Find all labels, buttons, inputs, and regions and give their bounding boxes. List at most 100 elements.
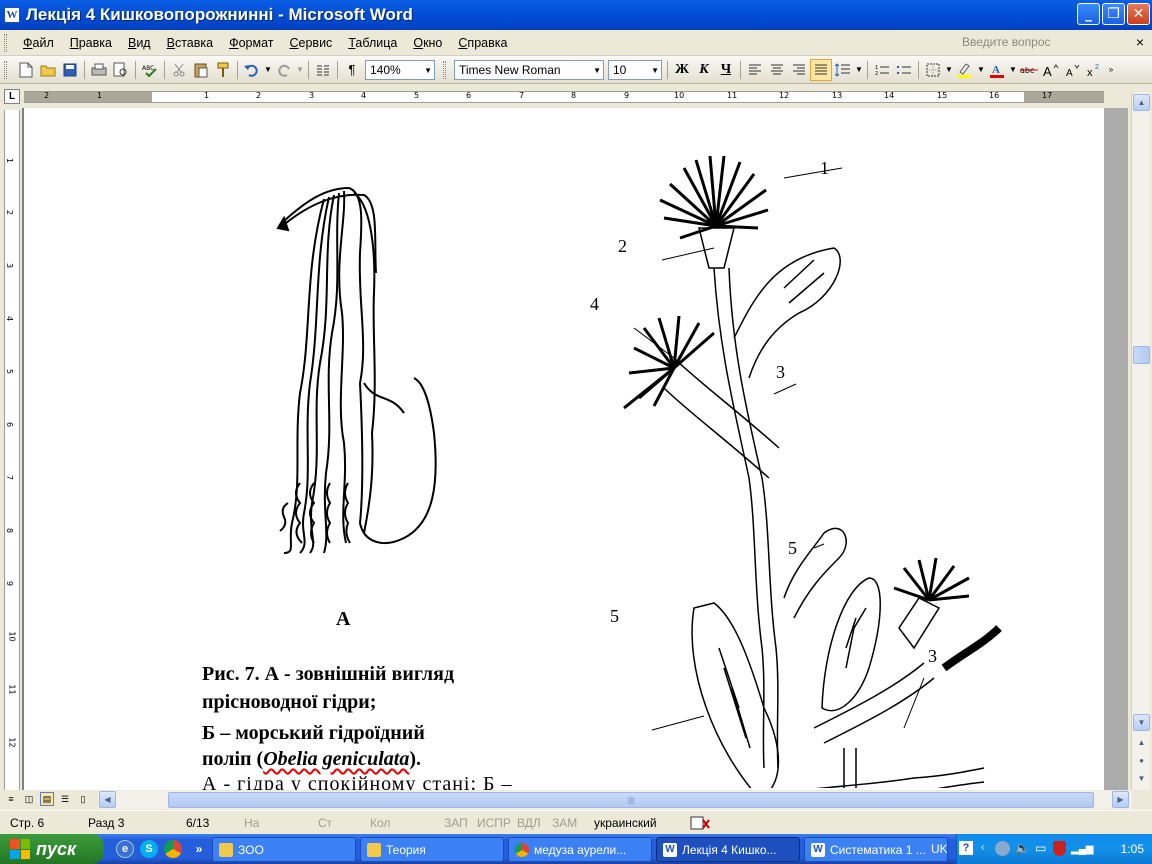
status-overtype[interactable]: ЗАМ <box>552 816 577 830</box>
help-icon[interactable]: ? <box>959 841 973 855</box>
menu-table[interactable]: Таблица <box>340 36 405 50</box>
scroll-left-icon[interactable]: ◀ <box>99 791 116 808</box>
borders-icon[interactable] <box>922 59 944 81</box>
grow-font-icon[interactable]: A <box>1040 59 1062 81</box>
open-folder-icon[interactable] <box>37 59 59 81</box>
line-spacing-dropdown-icon[interactable]: ▼ <box>854 59 864 81</box>
status-language[interactable]: украинский <box>594 816 657 830</box>
redo-dropdown-icon[interactable]: ▼ <box>295 59 305 81</box>
taskbar-item-systematics[interactable]: W Систематика 1 ... <box>804 837 948 862</box>
show-formatting-button[interactable]: ¶ <box>341 59 363 81</box>
horizontal-ruler[interactable]: 2 1 1 2 3 4 5 6 7 8 9 10 11 12 13 14 15 … <box>24 91 1104 103</box>
web-view-icon[interactable]: ◫ <box>22 792 36 806</box>
menubar-grip[interactable] <box>4 33 7 52</box>
taskbar-item-zoo[interactable]: ЗОО <box>212 837 356 862</box>
display-icon[interactable]: ▭ <box>1035 841 1046 855</box>
next-page-icon[interactable]: ▼ <box>1133 770 1150 787</box>
print-preview-icon[interactable] <box>110 59 132 81</box>
quicklaunch-skype-icon[interactable]: S <box>140 840 158 858</box>
taskbar-item-theory[interactable]: Теория <box>360 837 504 862</box>
print-icon[interactable] <box>88 59 110 81</box>
shrink-font-icon[interactable]: A <box>1062 59 1084 81</box>
menu-view[interactable]: Вид <box>120 36 159 50</box>
underline-button[interactable]: Ч <box>715 59 737 81</box>
quicklaunch-chrome-icon[interactable] <box>164 840 182 858</box>
font-name-select[interactable]: Times New Roman ▼ <box>454 59 604 80</box>
align-left-icon[interactable] <box>744 59 766 81</box>
undo-icon[interactable] <box>241 59 263 81</box>
spelling-status-icon[interactable] <box>690 816 710 833</box>
ask-question-input[interactable]: Введите вопрос <box>962 35 1102 52</box>
document-page[interactable]: А 1 2 3 4 5 5 3 Рис. 7. А - зовнішній ви… <box>24 108 1104 790</box>
quicklaunch-ie-icon[interactable]: e <box>116 840 134 858</box>
redo-icon[interactable] <box>273 59 295 81</box>
vertical-scroll-thumb[interactable] <box>1133 346 1150 364</box>
menu-window[interactable]: Окно <box>405 36 450 50</box>
toolbar-grip[interactable] <box>4 60 7 79</box>
previous-page-icon[interactable]: ▲ <box>1133 734 1150 751</box>
scroll-up-icon[interactable]: ▲ <box>1133 94 1150 111</box>
font-color-icon[interactable]: A <box>986 59 1008 81</box>
status-track-changes[interactable]: ИСПР <box>477 816 511 830</box>
scroll-right-icon[interactable]: ▶ <box>1112 791 1129 808</box>
columns-icon[interactable] <box>312 59 334 81</box>
line-spacing-icon[interactable] <box>832 59 854 81</box>
horizontal-scrollbar[interactable]: ◀ ||| ▶ <box>98 791 1132 809</box>
signal-bars-icon[interactable]: ▂▄▆ <box>1071 844 1093 855</box>
font-size-select[interactable]: 10 ▼ <box>608 59 662 80</box>
undo-dropdown-icon[interactable]: ▼ <box>263 59 273 81</box>
highlight-dropdown-icon[interactable]: ▼ <box>976 59 986 81</box>
cut-icon[interactable] <box>168 59 190 81</box>
align-center-icon[interactable] <box>766 59 788 81</box>
menu-edit[interactable]: Правка <box>62 36 120 50</box>
toolbar-grip-2[interactable] <box>443 60 446 79</box>
document-area[interactable]: А 1 2 3 4 5 5 3 Рис. 7. А - зовнішній ви… <box>22 108 1128 790</box>
menu-format[interactable]: Формат <box>221 36 281 50</box>
strikethrough-icon[interactable]: abc <box>1018 59 1040 81</box>
save-icon[interactable] <box>59 59 81 81</box>
align-right-icon[interactable] <box>788 59 810 81</box>
browse-object-icon[interactable]: ● <box>1133 752 1150 769</box>
word-app-icon[interactable]: W <box>4 7 20 23</box>
superscript-icon[interactable]: x2 <box>1084 59 1106 81</box>
document-close-button[interactable]: × <box>1136 34 1144 50</box>
tab-selector[interactable]: L <box>4 89 20 104</box>
toolbar-options-icon[interactable]: » <box>1106 59 1116 81</box>
tray-expand-icon[interactable]: ‹ <box>981 842 984 853</box>
vertical-ruler[interactable]: 1 2 3 4 5 6 7 8 9 10 11 12 <box>4 110 20 790</box>
numbered-list-icon[interactable]: 12 <box>871 59 893 81</box>
menu-help[interactable]: Справка <box>450 36 515 50</box>
justify-icon[interactable] <box>810 58 832 81</box>
reading-view-icon[interactable]: ▯ <box>76 792 90 806</box>
menu-insert[interactable]: Вставка <box>159 36 221 50</box>
format-painter-icon[interactable] <box>212 59 234 81</box>
security-shield-icon[interactable] <box>1053 841 1066 856</box>
status-record[interactable]: ЗАП <box>444 816 468 830</box>
paste-icon[interactable] <box>190 59 212 81</box>
highlight-icon[interactable] <box>954 59 976 81</box>
minimize-button[interactable]: _ <box>1077 3 1100 25</box>
menu-tools[interactable]: Сервис <box>282 36 341 50</box>
start-button[interactable]: пуск <box>0 834 104 864</box>
bulleted-list-icon[interactable] <box>893 59 915 81</box>
close-button[interactable]: ✕ <box>1127 3 1150 25</box>
quicklaunch-more-icon[interactable]: » <box>190 840 208 858</box>
language-indicator[interactable]: UK <box>931 842 948 856</box>
menu-file[interactable]: Файл <box>15 36 62 50</box>
spelling-icon[interactable]: ABC <box>139 59 161 81</box>
status-extend[interactable]: ВДЛ <box>517 816 541 830</box>
network-icon[interactable] <box>995 841 1010 856</box>
normal-view-icon[interactable]: ≡ <box>4 792 18 806</box>
italic-button[interactable]: К <box>693 59 715 81</box>
clock[interactable]: 1:05 <box>1121 842 1144 856</box>
outline-view-icon[interactable]: ☰ <box>58 792 72 806</box>
taskbar-item-chrome[interactable]: медуза аурели... <box>508 837 652 862</box>
bold-button[interactable]: Ж <box>671 59 693 81</box>
scroll-down-icon[interactable]: ▼ <box>1133 714 1150 731</box>
horizontal-scroll-thumb[interactable]: ||| <box>168 792 1094 808</box>
vertical-scrollbar[interactable]: ▲ ▼ ▲ ● ▼ <box>1131 92 1150 790</box>
volume-icon[interactable]: 🔈 <box>1015 841 1030 855</box>
taskbar-item-lecture4[interactable]: W Лекція 4 Кишко... <box>656 837 800 862</box>
restore-button[interactable]: ❐ <box>1102 3 1125 25</box>
new-document-icon[interactable] <box>15 59 37 81</box>
